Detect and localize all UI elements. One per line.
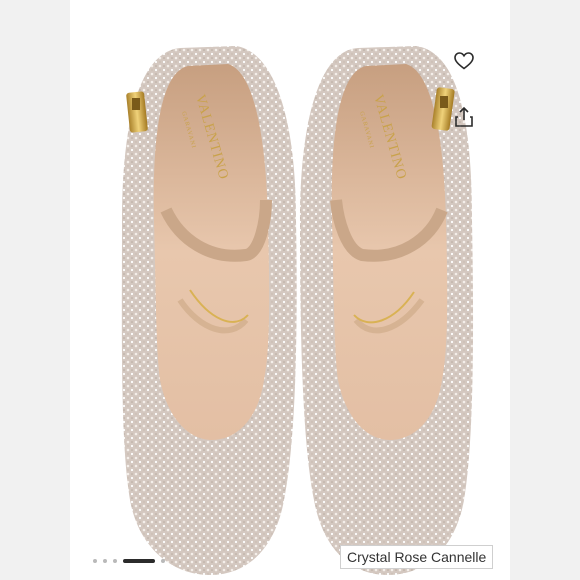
right-shoe: VALENTINO GARAVANI: [300, 46, 474, 575]
share-up-arrow-icon: [455, 106, 473, 127]
pager-dot[interactable]: [103, 559, 107, 563]
share-button[interactable]: [451, 104, 477, 130]
pager-dot-active[interactable]: [123, 559, 155, 563]
left-shoe: VALENTINO GARAVANI: [121, 46, 297, 575]
product-color-caption: Crystal Rose Cannelle: [340, 545, 494, 569]
pager-dot[interactable]: [113, 559, 117, 563]
like-button[interactable]: [451, 48, 477, 74]
image-pager: [93, 559, 165, 563]
product-photo-card: VALENTINO GARAVANI VALENTINO GARAVANI Cr…: [0, 0, 580, 580]
product-image[interactable]: VALENTINO GARAVANI VALENTINO GARAVANI: [70, 0, 510, 580]
pager-dot[interactable]: [93, 559, 97, 563]
left-gutter: [0, 0, 70, 580]
right-gutter: [510, 0, 580, 580]
shoes-illustration: VALENTINO GARAVANI VALENTINO GARAVANI: [121, 46, 474, 575]
heart-outline-icon: [454, 52, 474, 70]
pager-dot[interactable]: [161, 559, 165, 563]
